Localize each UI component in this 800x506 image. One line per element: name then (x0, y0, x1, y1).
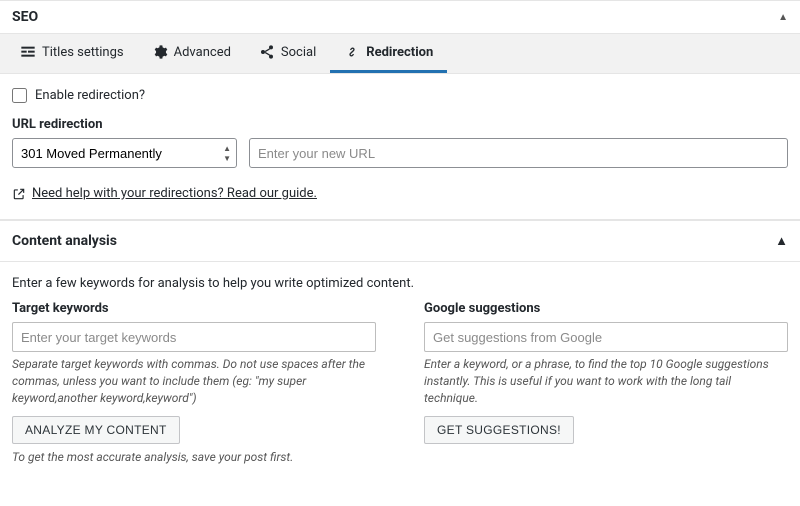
share-icon (259, 44, 275, 60)
redirection-help-link[interactable]: Need help with your redirections? Read o… (32, 186, 317, 201)
enable-redirection-checkbox[interactable] (12, 88, 27, 103)
get-suggestions-button[interactable]: GET SUGGESTIONS! (424, 416, 574, 444)
content-analysis-title: Content analysis (12, 233, 117, 249)
analyze-note: To get the most accurate analysis, save … (12, 450, 376, 464)
analyze-content-button[interactable]: ANALYZE MY CONTENT (12, 416, 180, 444)
google-suggestions-help: Enter a keyword, or a phrase, to find th… (424, 356, 788, 406)
redirection-url-input[interactable] (249, 138, 788, 168)
google-suggestions-input[interactable] (424, 322, 788, 352)
external-link-icon (12, 187, 26, 201)
enable-redirection-label: Enable redirection? (35, 88, 145, 103)
seo-panel-header[interactable]: SEO ▲ (0, 0, 800, 34)
url-redirection-label: URL redirection (12, 117, 788, 132)
tab-label: Advanced (174, 45, 231, 60)
content-analysis-intro: Enter a few keywords for analysis to hel… (0, 262, 800, 301)
tab-advanced[interactable]: Advanced (138, 34, 245, 73)
link-icon (344, 44, 360, 60)
collapse-icon: ▲ (775, 233, 788, 249)
tab-redirection[interactable]: Redirection (330, 34, 447, 73)
tab-titles-settings[interactable]: Titles settings (6, 34, 138, 73)
collapse-icon: ▲ (778, 12, 788, 23)
content-analysis-header[interactable]: Content analysis ▲ (0, 220, 800, 262)
tab-label: Titles settings (42, 45, 124, 60)
google-suggestions-label: Google suggestions (424, 301, 788, 316)
seo-tabs: Titles settings Advanced Social Redirect… (0, 34, 800, 74)
tab-label: Social (281, 45, 316, 60)
redirection-type-select[interactable]: 301 Moved Permanently (12, 138, 237, 168)
tab-social[interactable]: Social (245, 34, 330, 73)
titles-icon (20, 44, 36, 60)
target-keywords-input[interactable] (12, 322, 376, 352)
target-keywords-column: Target keywords Separate target keywords… (12, 301, 376, 464)
target-keywords-label: Target keywords (12, 301, 376, 316)
gear-icon (152, 44, 168, 60)
tab-label: Redirection (366, 45, 433, 60)
google-suggestions-column: Google suggestions Enter a keyword, or a… (424, 301, 788, 464)
redirection-section: Enable redirection? URL redirection 301 … (0, 74, 800, 220)
target-keywords-help: Separate target keywords with commas. Do… (12, 356, 376, 406)
seo-panel-title: SEO (12, 9, 38, 25)
